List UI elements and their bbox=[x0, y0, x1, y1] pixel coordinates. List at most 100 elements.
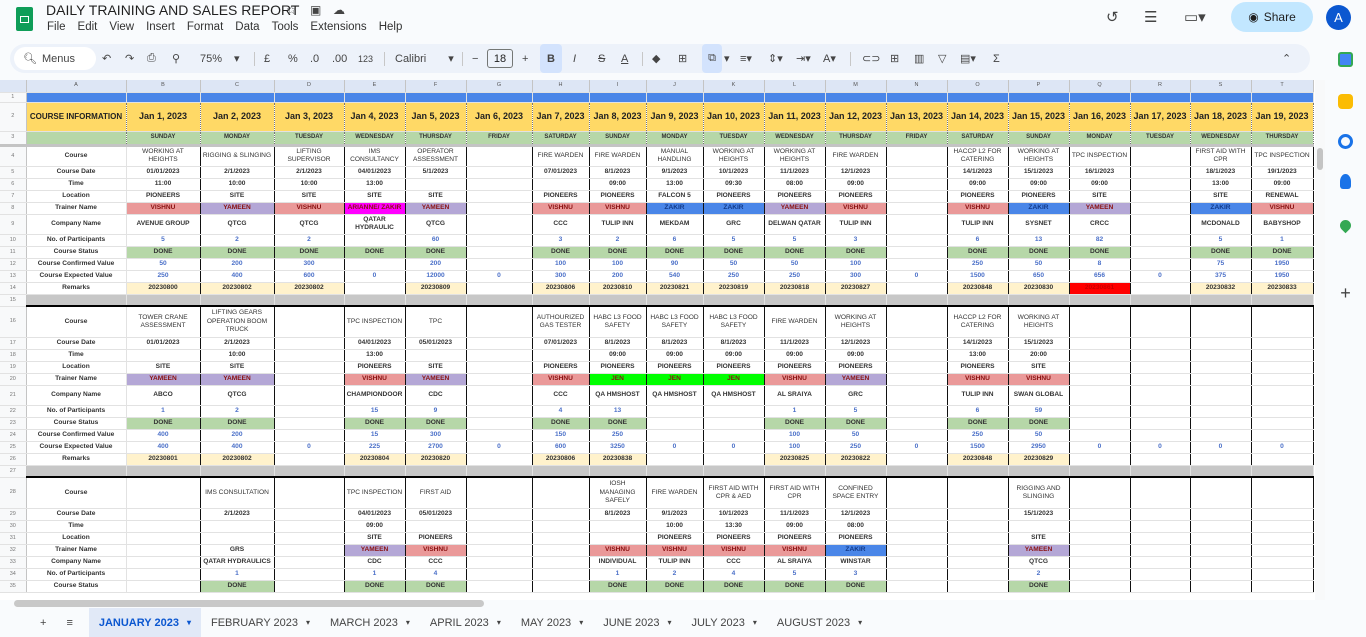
insert-link-icon[interactable]: ⊂⊃ bbox=[862, 44, 880, 73]
location-cell[interactable]: PIONEERS bbox=[764, 532, 826, 545]
cell[interactable] bbox=[405, 294, 467, 307]
participants-cell[interactable] bbox=[703, 405, 765, 418]
course-cell[interactable]: FIRST AID WITH CPR bbox=[764, 476, 826, 509]
confirmed-cell[interactable] bbox=[466, 258, 533, 271]
participants-cell[interactable]: 1 bbox=[200, 568, 275, 581]
expected-cell[interactable]: 0 bbox=[466, 270, 533, 283]
location-cell[interactable]: SITE bbox=[274, 190, 345, 203]
location-cell[interactable]: PIONEERS bbox=[703, 190, 765, 203]
version-history-icon[interactable]: ↺ bbox=[1106, 8, 1119, 26]
time-cell[interactable]: 10:00 bbox=[200, 178, 275, 191]
remarks-cell[interactable] bbox=[466, 282, 533, 295]
participants-cell[interactable]: 13 bbox=[589, 405, 647, 418]
participants-cell[interactable] bbox=[532, 568, 590, 581]
participants-cell[interactable] bbox=[886, 405, 948, 418]
cell[interactable] bbox=[1130, 294, 1191, 307]
course-cell[interactable]: WORKING AT HEIGHTS bbox=[764, 144, 826, 167]
expected-cell[interactable]: 300 bbox=[532, 270, 590, 283]
horizontal-align-icon[interactable]: ≡▾ bbox=[740, 44, 752, 73]
time-cell[interactable]: 10:00 bbox=[200, 349, 275, 362]
column-header[interactable]: E bbox=[344, 80, 406, 93]
participants-cell[interactable] bbox=[466, 405, 533, 418]
expected-cell[interactable]: 0 bbox=[886, 441, 948, 454]
date-header[interactable]: Jan 8, 2023 bbox=[589, 102, 647, 132]
trainer-cell[interactable]: YAMEEN bbox=[405, 373, 467, 386]
trainer-cell[interactable] bbox=[274, 544, 345, 557]
company-cell[interactable]: BABYSHOP bbox=[1251, 214, 1314, 235]
date-cell[interactable]: 18/1/2023 bbox=[1190, 166, 1252, 179]
column-header[interactable]: R bbox=[1130, 80, 1191, 93]
cell[interactable] bbox=[466, 465, 533, 478]
redo-button[interactable]: ↷ bbox=[125, 44, 134, 73]
time-cell[interactable]: 13:00 bbox=[646, 178, 704, 191]
maps-icon[interactable] bbox=[1337, 217, 1354, 234]
course-cell[interactable] bbox=[274, 305, 345, 338]
status-cell[interactable] bbox=[274, 580, 345, 593]
remarks-cell[interactable]: 20230848 bbox=[947, 453, 1009, 466]
participants-cell[interactable] bbox=[1069, 405, 1131, 418]
course-cell[interactable] bbox=[466, 476, 533, 509]
participants-cell[interactable]: 5 bbox=[764, 234, 826, 247]
trainer-cell[interactable]: VISHNU bbox=[532, 202, 590, 215]
cell[interactable] bbox=[126, 465, 201, 478]
time-cell[interactable] bbox=[405, 178, 467, 191]
status-cell[interactable]: DONE bbox=[764, 246, 826, 259]
collapse-toolbar-icon[interactable]: ⌃ bbox=[1282, 44, 1291, 73]
date-cell[interactable] bbox=[274, 508, 345, 521]
status-cell[interactable]: DONE bbox=[703, 246, 765, 259]
cell[interactable] bbox=[466, 92, 533, 103]
participants-cell[interactable]: 2 bbox=[646, 568, 704, 581]
trainer-cell[interactable]: VISHNU bbox=[532, 373, 590, 386]
time-cell[interactable]: 09:00 bbox=[1069, 178, 1131, 191]
trainer-cell[interactable]: VISHNU bbox=[274, 202, 345, 215]
expected-cell[interactable]: 0 bbox=[1251, 441, 1314, 454]
confirmed-cell[interactable]: 150 bbox=[532, 429, 590, 442]
confirmed-cell[interactable] bbox=[646, 429, 704, 442]
date-cell[interactable] bbox=[532, 508, 590, 521]
contacts-icon[interactable] bbox=[1340, 174, 1351, 189]
status-cell[interactable]: DONE bbox=[1069, 246, 1131, 259]
filter-icon[interactable]: ▽ bbox=[938, 44, 946, 73]
confirmed-cell[interactable]: 75 bbox=[1190, 258, 1252, 271]
course-cell[interactable] bbox=[466, 144, 533, 167]
remarks-cell[interactable] bbox=[703, 453, 765, 466]
cell[interactable] bbox=[589, 92, 647, 103]
status-cell[interactable] bbox=[126, 580, 201, 593]
decrease-font-size-button[interactable]: − bbox=[472, 44, 478, 73]
participants-cell[interactable] bbox=[1130, 405, 1191, 418]
participants-cell[interactable] bbox=[466, 568, 533, 581]
status-cell[interactable]: DONE bbox=[405, 580, 467, 593]
row-header[interactable]: 7 bbox=[0, 190, 27, 203]
status-cell[interactable] bbox=[1069, 417, 1131, 430]
cell[interactable] bbox=[344, 465, 406, 478]
time-cell[interactable]: 09:00 bbox=[947, 178, 1009, 191]
date-cell[interactable]: 2/1/2023 bbox=[200, 337, 275, 350]
company-cell[interactable]: MEKDAM bbox=[646, 214, 704, 235]
participants-cell[interactable]: 3 bbox=[825, 568, 887, 581]
horizontal-scrollbar[interactable] bbox=[14, 600, 1314, 608]
company-cell[interactable] bbox=[466, 385, 533, 406]
chevron-down-icon[interactable]: ▾ bbox=[753, 618, 757, 627]
course-cell[interactable]: FIRST AID bbox=[405, 476, 467, 509]
date-cell[interactable]: 9/1/2023 bbox=[646, 508, 704, 521]
day-header[interactable]: FRIDAY bbox=[886, 131, 948, 147]
expected-cell[interactable]: 250 bbox=[764, 270, 826, 283]
cell[interactable] bbox=[532, 294, 590, 307]
vertical-align-icon[interactable]: ⇕▾ bbox=[768, 44, 783, 73]
day-header[interactable]: WEDNESDAY bbox=[344, 131, 406, 147]
status-cell[interactable] bbox=[646, 417, 704, 430]
trainer-cell[interactable]: ZAKIR bbox=[1008, 202, 1070, 215]
remarks-cell[interactable]: 20230819 bbox=[703, 282, 765, 295]
sheet-tab[interactable]: APRIL 2023 ▾ bbox=[420, 608, 511, 637]
trainer-cell[interactable]: ZAKIR bbox=[703, 202, 765, 215]
date-cell[interactable]: 9/1/2023 bbox=[646, 166, 704, 179]
cell[interactable] bbox=[1008, 465, 1070, 478]
location-cell[interactable]: PIONEERS bbox=[646, 361, 704, 374]
search-menus[interactable]: 🔍︎ Menus bbox=[14, 47, 96, 70]
company-cell[interactable] bbox=[466, 556, 533, 569]
location-cell[interactable]: PIONEERS bbox=[344, 361, 406, 374]
date-cell[interactable]: 2/1/2023 bbox=[200, 166, 275, 179]
participants-cell[interactable] bbox=[1069, 568, 1131, 581]
company-cell[interactable]: CDC bbox=[405, 385, 467, 406]
cell[interactable] bbox=[947, 465, 1009, 478]
